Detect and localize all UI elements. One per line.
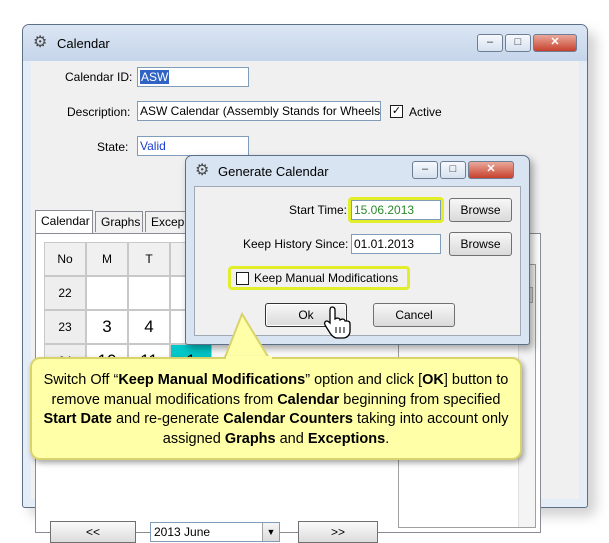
day-cell[interactable] bbox=[128, 276, 170, 310]
description-label: Description: bbox=[67, 105, 131, 119]
minimize-icon[interactable]: – bbox=[412, 161, 438, 179]
callout-pointer-join bbox=[226, 356, 272, 362]
calendar-id-value: ASW bbox=[140, 70, 170, 84]
calendar-id-input[interactable]: ASW bbox=[137, 67, 249, 87]
tip-callout: Switch Off “Keep Manual Modifications” o… bbox=[30, 357, 522, 460]
maximize-icon[interactable]: □ bbox=[505, 34, 531, 52]
window-title: Calendar bbox=[57, 36, 110, 51]
state-value: Valid bbox=[140, 139, 166, 153]
maximize-icon[interactable]: □ bbox=[440, 161, 466, 179]
description-value: ASW Calendar (Assembly Stands for Wheels… bbox=[140, 104, 381, 118]
grid-header-week: No bbox=[44, 242, 86, 276]
start-time-browse-button[interactable]: Browse bbox=[449, 198, 512, 222]
next-month-button[interactable]: >> bbox=[298, 521, 378, 543]
week-number: 22 bbox=[44, 276, 86, 310]
prev-month-button[interactable]: << bbox=[50, 521, 136, 543]
tab-calendar[interactable]: Calendar bbox=[35, 210, 93, 233]
start-time-value: 15.06.2013 bbox=[354, 203, 415, 217]
keep-history-label: Keep History Since: bbox=[243, 237, 349, 251]
day-cell[interactable] bbox=[86, 276, 128, 310]
keep-history-browse-button[interactable]: Browse bbox=[449, 232, 512, 256]
tab-exceptions[interactable]: Excep bbox=[145, 211, 189, 232]
dialog-app-icon: ⚙ bbox=[195, 162, 210, 179]
callout-pointer bbox=[222, 312, 272, 361]
keep-history-input[interactable]: 01.01.2013 bbox=[351, 234, 441, 254]
state-input[interactable]: Valid bbox=[137, 136, 249, 156]
state-label: State: bbox=[97, 140, 129, 154]
day-cell[interactable]: 4 bbox=[128, 310, 170, 344]
month-select-value: 2013 June bbox=[154, 525, 211, 539]
keep-manual-checkbox[interactable] bbox=[236, 272, 249, 285]
chevron-down-icon[interactable]: ▼ bbox=[262, 523, 279, 541]
keep-history-value: 01.01.2013 bbox=[354, 237, 415, 251]
cancel-button[interactable]: Cancel bbox=[373, 303, 455, 327]
grid-header-tue: T bbox=[128, 242, 170, 276]
active-label: Active bbox=[409, 105, 442, 119]
checkmark-icon: ✓ bbox=[391, 105, 402, 117]
close-icon[interactable]: ✕ bbox=[468, 161, 514, 179]
tab-graphs[interactable]: Graphs bbox=[95, 211, 143, 232]
month-select[interactable]: 2013 June ▼ bbox=[150, 522, 280, 542]
close-icon[interactable]: ✕ bbox=[533, 34, 577, 52]
dialog-title: Generate Calendar bbox=[218, 164, 329, 179]
week-number: 23 bbox=[44, 310, 86, 344]
calendar-id-label: Calendar ID: bbox=[65, 70, 133, 84]
grid-header-mon: M bbox=[86, 242, 128, 276]
hand-cursor-icon bbox=[323, 306, 351, 339]
day-cell[interactable]: 3 bbox=[86, 310, 128, 344]
active-checkbox[interactable]: ✓ bbox=[390, 105, 403, 118]
callout-text: Switch Off “Keep Manual Modifications” o… bbox=[43, 372, 509, 447]
minimize-icon[interactable]: – bbox=[477, 34, 503, 52]
window-titlebar[interactable]: ⚙ Calendar – □ ✕ bbox=[23, 25, 587, 61]
description-input[interactable]: ASW Calendar (Assembly Stands for Wheels… bbox=[137, 101, 381, 121]
start-time-input[interactable]: 15.06.2013 bbox=[351, 200, 441, 220]
start-time-label: Start Time: bbox=[289, 203, 348, 217]
keep-manual-label: Keep Manual Modifications bbox=[254, 271, 399, 285]
calendar-app-icon: ⚙ bbox=[33, 34, 48, 51]
